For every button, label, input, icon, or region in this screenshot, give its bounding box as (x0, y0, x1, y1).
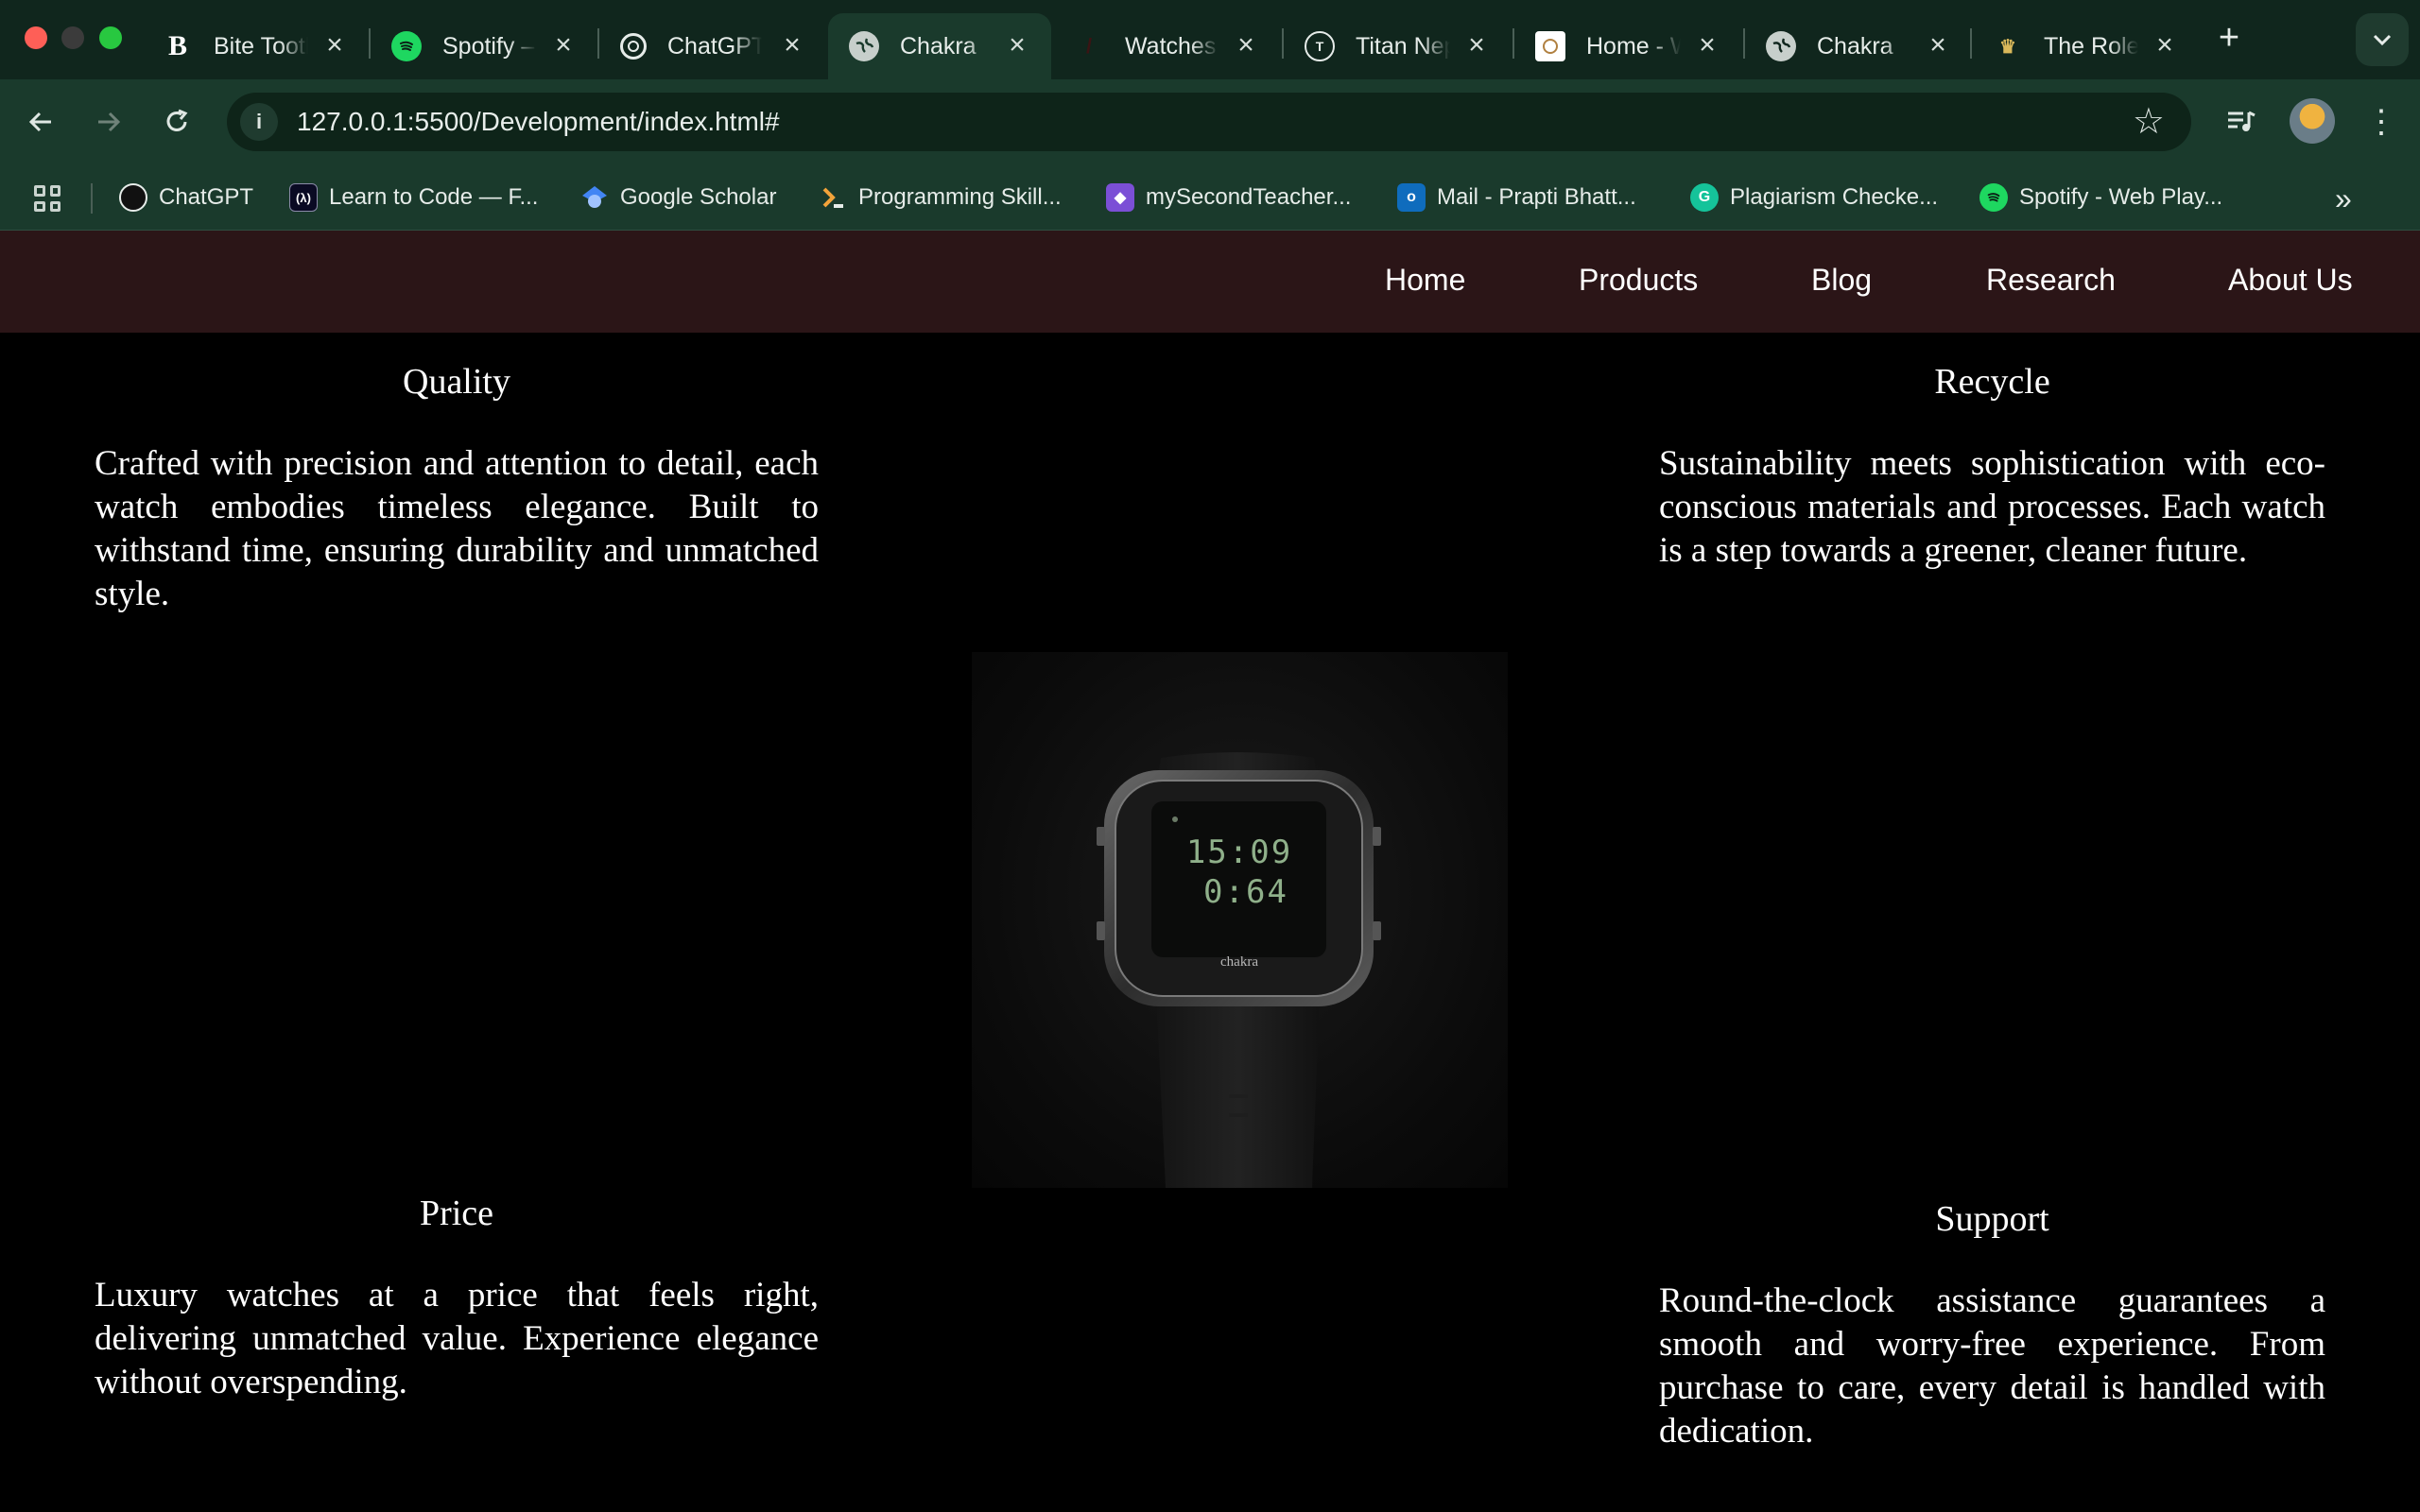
profile-avatar[interactable] (2290, 98, 2335, 144)
bookmark-label: Google Scholar (620, 184, 777, 210)
feature-title-quality: Quality (403, 362, 510, 402)
home-site-icon (1535, 31, 1565, 61)
watch-brand-text: chakra (1220, 954, 1258, 970)
bookmark-item[interactable]: ChatGPT (119, 181, 253, 214)
bookmark-label: Mail - Prapti Bhatt... (1437, 184, 1636, 210)
chatgpt-icon (620, 33, 647, 60)
browser-tab[interactable]: ChatGPT × (599, 13, 826, 79)
bookmark-label: Learn to Code — F... (329, 184, 539, 210)
browser-toolbar: i 127.0.0.1:5500/Development/index.html#… (0, 79, 2420, 164)
bookmark-label: mySecondTeacher... (1146, 184, 1352, 210)
watch-secondary-display: 0:64 (1203, 873, 1288, 911)
forward-arrow-icon[interactable] (87, 100, 130, 144)
window-minimize-button[interactable] (61, 26, 84, 49)
feature-text-support: Round-the-clock assistance guarantees a … (1659, 1281, 2325, 1451)
bookmark-item[interactable]: Google Scholar (580, 181, 776, 214)
tab-search-button[interactable] (2356, 13, 2409, 66)
nav-link-blog[interactable]: Blog (1811, 263, 1872, 298)
feature-title-recycle: Recycle (1934, 362, 2050, 402)
bookmark-label: ChatGPT (159, 184, 254, 210)
browser-tab-active[interactable]: Chakra × (828, 13, 1051, 79)
digital-watch-illustration: 15:09 0:64 chakra (1097, 752, 1381, 1188)
close-icon[interactable]: × (321, 29, 348, 60)
close-icon[interactable]: × (1233, 29, 1259, 60)
bookmark-item[interactable]: (λ) Learn to Code — F... (289, 181, 538, 214)
spotify-icon (391, 31, 422, 61)
bookmark-item[interactable]: Spotify - Web Play... (1979, 181, 2222, 214)
chevron-double-right-icon[interactable]: » (2335, 181, 2352, 216)
close-icon[interactable]: × (779, 29, 805, 60)
programming-icon (819, 183, 847, 212)
mysecondteacher-icon: ◆ (1106, 183, 1134, 212)
close-icon[interactable]: × (1004, 29, 1030, 60)
feature-text-recycle: Sustainability meets sophistication with… (1659, 444, 2325, 570)
bookmark-item[interactable]: ◆ mySecondTeacher... (1106, 181, 1351, 214)
site-info-icon[interactable]: i (240, 103, 278, 141)
bold-b-icon: B (167, 30, 187, 61)
bookmark-label: Spotify - Web Play... (2019, 184, 2223, 210)
tab-title: Titan Nepal (1356, 32, 1450, 60)
browser-tab[interactable]: Spotify – Web × (371, 13, 597, 79)
browser-tab[interactable]: ♛ The Rolex × (1972, 13, 2199, 79)
window-zoom-button[interactable] (99, 26, 122, 49)
freecodecamp-icon: (λ) (289, 183, 318, 212)
nav-link-research[interactable]: Research (1986, 263, 2116, 298)
grammarly-icon: G (1690, 183, 1719, 212)
spotify-icon (1979, 183, 2008, 212)
url-text[interactable]: 127.0.0.1:5500/Development/index.html# (297, 107, 780, 137)
close-icon[interactable]: × (1463, 29, 1490, 60)
browser-tab[interactable]: B Bite Tooth × (142, 13, 369, 79)
tab-title: Spotify – Web (442, 32, 537, 60)
nav-link-products[interactable]: Products (1579, 263, 1698, 298)
tab-title: ChatGPT (667, 32, 762, 60)
rolex-crown-icon: ♛ (1999, 36, 2016, 58)
watch-product-image: 15:09 0:64 chakra (972, 652, 1508, 1188)
tab-title: Chakra (1817, 32, 1893, 60)
feature-title-support: Support (1935, 1199, 2049, 1239)
bookmark-star-icon[interactable]: ☆ (2133, 100, 2165, 143)
bookmark-label: Plagiarism Checke... (1730, 184, 1939, 210)
chatgpt-icon (119, 183, 147, 212)
tab-title: The Rolex (2044, 32, 2138, 60)
new-tab-button[interactable]: + (2208, 17, 2250, 59)
bookmark-label: Programming Skill... (858, 184, 1062, 210)
watches-icon: / (1085, 34, 1093, 58)
apps-grid-icon[interactable] (34, 185, 60, 212)
bookmark-item[interactable]: Programming Skill... (819, 181, 1062, 214)
outlook-icon: o (1397, 183, 1426, 212)
bookmark-item[interactable]: G Plagiarism Checke... (1690, 181, 1938, 214)
close-icon[interactable]: × (2152, 29, 2178, 60)
tab-title: Home - W (1586, 32, 1681, 60)
reload-icon[interactable] (155, 100, 199, 144)
feature-text-price: Luxury watches at a price that feels rig… (95, 1276, 819, 1401)
feature-text-quality: Crafted with precision and attention to … (95, 444, 819, 613)
close-icon[interactable]: × (1925, 29, 1951, 60)
address-bar[interactable]: i 127.0.0.1:5500/Development/index.html#… (227, 93, 2191, 151)
browser-tab-strip: B Bite Tooth × Spotify – Web × ChatGPT ×… (0, 0, 2420, 79)
scholar-icon (580, 183, 609, 212)
browser-tab[interactable]: T Titan Nepal × (1284, 13, 1511, 79)
browser-tab[interactable]: Home - W × (1514, 13, 1741, 79)
back-arrow-icon[interactable] (19, 100, 62, 144)
globe-icon (1766, 31, 1796, 61)
media-controls-icon[interactable] (2220, 100, 2263, 144)
nav-link-home[interactable]: Home (1385, 263, 1465, 298)
bookmark-item[interactable]: o Mail - Prapti Bhatt... (1397, 181, 1636, 214)
more-menu-icon[interactable]: ⋮ (2360, 100, 2403, 144)
globe-icon (849, 31, 879, 61)
window-close-button[interactable] (25, 26, 47, 49)
close-icon[interactable]: × (1694, 29, 1720, 60)
close-icon[interactable]: × (550, 29, 577, 60)
tab-title: Watches (1125, 32, 1217, 60)
nav-link-about-us[interactable]: About Us (2228, 263, 2353, 298)
tab-title: Chakra (900, 32, 977, 60)
feature-title-price: Price (419, 1194, 494, 1233)
watch-time-display: 15:09 (1186, 833, 1292, 871)
tab-title: Bite Tooth (214, 32, 308, 60)
site-navbar: Home Products Blog Research About Us (0, 231, 2420, 333)
browser-tab[interactable]: / Watches × (1053, 13, 1280, 79)
bookmarks-bar: ChatGPT (λ) Learn to Code — F... Google … (0, 164, 2420, 231)
browser-tab[interactable]: Chakra × (1745, 13, 1972, 79)
titan-icon: T (1305, 31, 1335, 61)
